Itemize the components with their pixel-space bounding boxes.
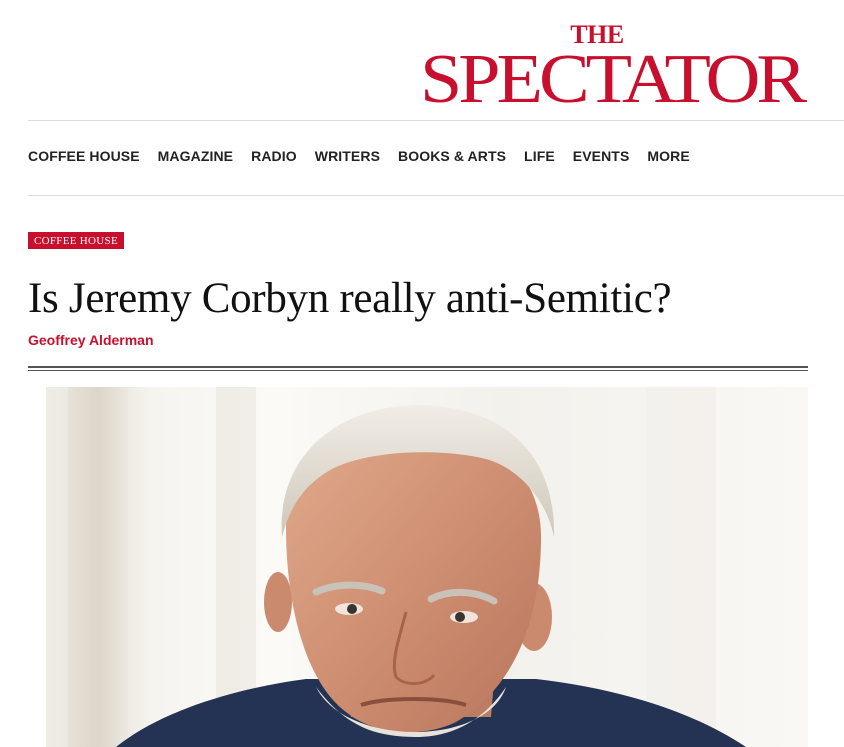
header-divider bbox=[28, 120, 844, 121]
headline-divider bbox=[28, 366, 808, 371]
main-nav: COFFEE HOUSE MAGAZINE RADIO WRITERS BOOK… bbox=[28, 148, 708, 164]
article-hero-image bbox=[46, 387, 808, 747]
article-headline: Is Jeremy Corbyn really anti-Semitic? bbox=[28, 275, 672, 322]
section-tag[interactable]: COFFEE HOUSE bbox=[28, 232, 124, 249]
portrait-illustration bbox=[68, 387, 746, 747]
nav-item-events[interactable]: EVENTS bbox=[573, 148, 630, 164]
nav-item-books-arts[interactable]: BOOKS & ARTS bbox=[398, 148, 506, 164]
nav-item-more[interactable]: MORE bbox=[647, 148, 689, 164]
nav-item-radio[interactable]: RADIO bbox=[251, 148, 297, 164]
nav-item-coffee-house[interactable]: COFFEE HOUSE bbox=[28, 148, 140, 164]
logo-wordmark: SPECTATOR bbox=[420, 40, 807, 118]
spectator-logo[interactable]: THE SPECTATOR bbox=[420, 22, 807, 120]
masthead: THE SPECTATOR bbox=[0, 0, 844, 120]
nav-item-life[interactable]: LIFE bbox=[524, 148, 555, 164]
nav-divider bbox=[28, 195, 844, 196]
nav-item-writers[interactable]: WRITERS bbox=[315, 148, 380, 164]
nav-item-magazine[interactable]: MAGAZINE bbox=[158, 148, 233, 164]
author-link[interactable]: Geoffrey Alderman bbox=[28, 332, 154, 348]
